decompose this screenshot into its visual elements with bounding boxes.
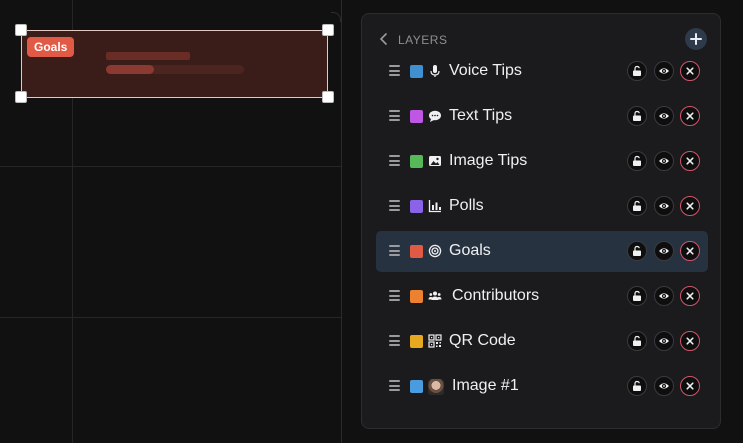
layer-item[interactable]: Image Tips bbox=[376, 141, 708, 182]
layer-color-swatch bbox=[410, 65, 423, 78]
widget-title-placeholder bbox=[106, 52, 190, 60]
visibility-toggle-button[interactable] bbox=[654, 241, 674, 261]
goal-progress-fill bbox=[106, 65, 155, 74]
visibility-toggle-button[interactable] bbox=[654, 61, 674, 81]
chevron-left-icon[interactable] bbox=[377, 31, 391, 47]
layer-name: Contributors bbox=[452, 287, 540, 304]
editor-canvas[interactable]: Goals bbox=[0, 0, 342, 443]
resize-handle-top-left[interactable] bbox=[15, 24, 27, 36]
goal-progress-bar bbox=[106, 65, 244, 74]
resize-handle-bottom-right[interactable] bbox=[322, 91, 334, 103]
goals-widget[interactable]: Goals bbox=[21, 30, 328, 98]
visibility-toggle-button[interactable] bbox=[654, 331, 674, 351]
canvas-corner bbox=[331, 12, 341, 22]
drag-handle-icon[interactable] bbox=[389, 290, 400, 301]
layer-item[interactable]: Text Tips bbox=[376, 96, 708, 137]
widget-badge: Goals bbox=[27, 37, 75, 57]
lock-toggle-button[interactable] bbox=[627, 376, 647, 396]
layer-name: Voice Tips bbox=[449, 62, 522, 79]
drag-handle-icon[interactable] bbox=[389, 335, 400, 346]
visibility-toggle-button[interactable] bbox=[654, 151, 674, 171]
grid-line bbox=[0, 166, 341, 167]
bar-chart-icon bbox=[428, 199, 442, 213]
layer-item[interactable]: Contributors bbox=[376, 276, 708, 317]
delete-layer-button[interactable] bbox=[680, 61, 700, 81]
drag-handle-icon[interactable] bbox=[389, 65, 400, 76]
photo-thumbnail-icon bbox=[428, 379, 444, 395]
drag-handle-icon[interactable] bbox=[389, 245, 400, 256]
delete-layer-button[interactable] bbox=[680, 241, 700, 261]
target-icon bbox=[428, 244, 442, 258]
drag-handle-icon[interactable] bbox=[389, 200, 400, 211]
drag-handle-icon[interactable] bbox=[389, 155, 400, 166]
layer-color-swatch bbox=[410, 335, 423, 348]
visibility-toggle-button[interactable] bbox=[654, 376, 674, 396]
drag-handle-icon[interactable] bbox=[389, 110, 400, 121]
lock-toggle-button[interactable] bbox=[627, 286, 647, 306]
lock-toggle-button[interactable] bbox=[627, 196, 647, 216]
lock-toggle-button[interactable] bbox=[627, 241, 647, 261]
users-icon bbox=[428, 289, 442, 303]
layer-name: Polls bbox=[449, 197, 484, 214]
layer-color-swatch bbox=[410, 290, 423, 303]
add-layer-button[interactable] bbox=[685, 28, 707, 50]
plus-icon bbox=[690, 33, 702, 45]
delete-layer-button[interactable] bbox=[680, 286, 700, 306]
chat-bubble-icon bbox=[428, 109, 442, 123]
layer-item[interactable]: Image #1 bbox=[376, 366, 708, 407]
layers-panel: LAYERS Voice Tips Text Tips Image Tips Poll… bbox=[361, 13, 721, 429]
layer-item[interactable]: Polls bbox=[376, 186, 708, 227]
layer-item[interactable]: Goals bbox=[376, 231, 708, 272]
lock-toggle-button[interactable] bbox=[627, 151, 647, 171]
lock-toggle-button[interactable] bbox=[627, 61, 647, 81]
layer-name: Goals bbox=[449, 242, 491, 259]
delete-layer-button[interactable] bbox=[680, 151, 700, 171]
visibility-toggle-button[interactable] bbox=[654, 286, 674, 306]
visibility-toggle-button[interactable] bbox=[654, 106, 674, 126]
lock-toggle-button[interactable] bbox=[627, 331, 647, 351]
layer-color-swatch bbox=[410, 245, 423, 258]
drag-handle-icon[interactable] bbox=[389, 380, 400, 391]
panel-title: LAYERS bbox=[398, 33, 448, 47]
delete-layer-button[interactable] bbox=[680, 331, 700, 351]
layer-color-swatch bbox=[410, 380, 423, 393]
layer-name: QR Code bbox=[449, 332, 516, 349]
layer-color-swatch bbox=[410, 155, 423, 168]
layer-color-swatch bbox=[410, 110, 423, 123]
resize-handle-top-right[interactable] bbox=[322, 24, 334, 36]
layer-item[interactable]: Voice Tips bbox=[376, 51, 708, 92]
grid-line bbox=[0, 317, 341, 318]
visibility-toggle-button[interactable] bbox=[654, 196, 674, 216]
qr-code-icon bbox=[428, 334, 442, 348]
layer-name: Text Tips bbox=[449, 107, 513, 124]
layer-name: Image #1 bbox=[452, 377, 519, 394]
lock-toggle-button[interactable] bbox=[627, 106, 647, 126]
delete-layer-button[interactable] bbox=[680, 376, 700, 396]
resize-handle-bottom-left[interactable] bbox=[15, 91, 27, 103]
microphone-icon bbox=[428, 64, 442, 78]
delete-layer-button[interactable] bbox=[680, 196, 700, 216]
image-icon bbox=[428, 154, 442, 168]
layer-name: Image Tips bbox=[449, 152, 528, 169]
layer-color-swatch bbox=[410, 200, 423, 213]
layer-item[interactable]: QR Code bbox=[376, 321, 708, 362]
delete-layer-button[interactable] bbox=[680, 106, 700, 126]
